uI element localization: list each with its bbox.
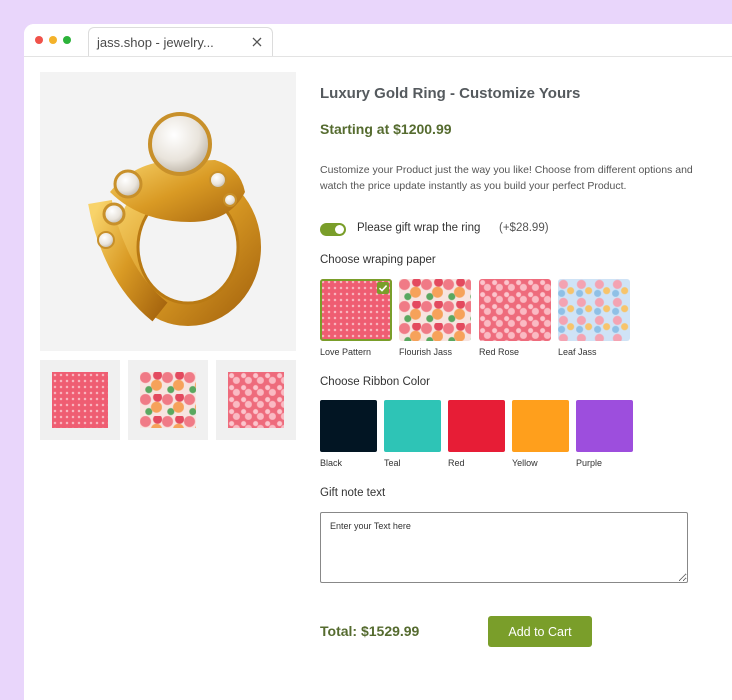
thumbnail-pattern-image bbox=[140, 372, 196, 428]
close-icon[interactable] bbox=[251, 36, 263, 48]
gift-wrap-label: Please gift wrap the ring bbox=[357, 222, 481, 234]
ribbon-swatch-purple[interactable] bbox=[576, 400, 633, 452]
window-maximize-dot[interactable] bbox=[63, 36, 71, 44]
browser-titlebar: jass.shop - jewelry... bbox=[24, 24, 732, 57]
window-close-dot[interactable] bbox=[35, 36, 43, 44]
cart-total: Total: $1529.99 bbox=[320, 623, 420, 639]
toggle-knob bbox=[335, 225, 344, 234]
check-icon bbox=[377, 282, 389, 294]
browser-tab[interactable]: jass.shop - jewelry... bbox=[88, 27, 273, 56]
wrapping-option-label: Love Pattern bbox=[320, 347, 372, 357]
ribbon-color-label: Red bbox=[448, 458, 465, 468]
product-price: Starting at $1200.99 bbox=[320, 121, 452, 137]
gift-wrap-price: (+$28.99) bbox=[499, 222, 549, 234]
thumbnail-pattern-image bbox=[228, 372, 284, 428]
thumbnail-flourish-jass[interactable] bbox=[128, 360, 208, 440]
wrapping-option-love-pattern[interactable] bbox=[320, 279, 392, 341]
wrapping-option-leaf-jass[interactable] bbox=[558, 279, 630, 341]
ribbon-swatch-black[interactable] bbox=[320, 400, 377, 452]
ribbon-color-label: Black bbox=[320, 458, 343, 468]
ribbon-swatch-yellow[interactable] bbox=[512, 400, 569, 452]
ribbon-color-label: Teal bbox=[384, 458, 401, 468]
ribbon-swatch-teal[interactable] bbox=[384, 400, 441, 452]
ribbon-swatch-red[interactable] bbox=[448, 400, 505, 452]
gift-wrap-toggle[interactable] bbox=[320, 223, 346, 236]
thumbnail-love-pattern[interactable] bbox=[40, 360, 120, 440]
ribbon-color-heading: Choose Ribbon Color bbox=[320, 376, 430, 388]
window-minimize-dot[interactable] bbox=[49, 36, 57, 44]
wrapping-option-red-rose[interactable] bbox=[479, 279, 551, 341]
product-description: Customize your Product just the way you … bbox=[320, 164, 693, 192]
ribbon-color-label: Purple bbox=[576, 458, 603, 468]
add-to-cart-button[interactable]: Add to Cart bbox=[488, 616, 592, 647]
gift-note-textarea[interactable] bbox=[320, 512, 688, 583]
thumbnail-red-rose[interactable] bbox=[216, 360, 296, 440]
thumbnail-pattern-image bbox=[52, 372, 108, 428]
ribbon-color-label: Yellow bbox=[512, 458, 538, 468]
product-main-image bbox=[40, 72, 296, 351]
wrapping-option-label: Flourish Jass bbox=[399, 347, 453, 357]
browser-window: jass.shop - jewelry... Luxury Gold Ring … bbox=[24, 24, 732, 700]
product-title: Luxury Gold Ring - Customize Yours bbox=[320, 85, 581, 102]
wrapping-option-label: Red Rose bbox=[479, 347, 520, 357]
gift-note-heading: Gift note text bbox=[320, 487, 386, 499]
wrapping-option-flourish-jass[interactable] bbox=[399, 279, 471, 341]
gold-ring-image bbox=[88, 112, 261, 326]
wrapping-paper-heading: Choose wraping paper bbox=[320, 254, 436, 266]
tab-title: jass.shop - jewelry... bbox=[97, 35, 214, 50]
wrapping-option-label: Leaf Jass bbox=[558, 347, 597, 357]
